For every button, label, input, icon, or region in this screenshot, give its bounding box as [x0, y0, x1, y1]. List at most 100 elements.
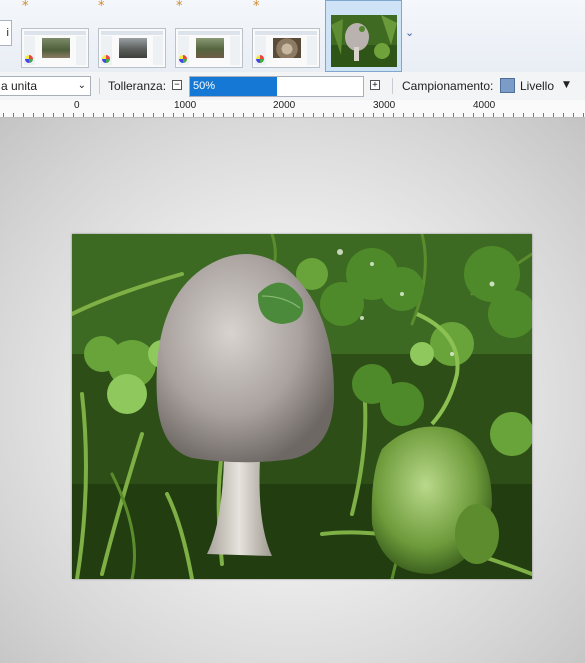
unsaved-marker-icon: *: [176, 0, 183, 14]
ruler-tick: [503, 113, 504, 117]
ruler-tick: [43, 113, 44, 117]
left-tab[interactable]: i: [0, 20, 12, 46]
ruler-label: 4000: [473, 100, 496, 111]
ruler-tick: [93, 113, 94, 117]
ruler-tick: [573, 113, 574, 117]
ruler-tick: [183, 113, 184, 117]
thumbnail-preview: [42, 38, 70, 58]
ruler-tick: [463, 113, 464, 117]
fill-mode-select[interactable]: a unita ⌄: [0, 76, 91, 96]
ruler-tick: [353, 113, 354, 117]
image-thumbnail-active[interactable]: [325, 0, 402, 72]
image-thumbnail[interactable]: [21, 28, 89, 68]
ruler-tick: [243, 113, 244, 117]
tolerance-slider[interactable]: 50%: [189, 76, 364, 97]
ruler-tick: [293, 113, 294, 117]
ruler-tick: [223, 113, 224, 117]
ruler-tick: [393, 113, 394, 117]
palette-icon: [25, 55, 33, 63]
palette-icon: [179, 55, 187, 63]
ruler-tick: [233, 113, 234, 117]
tolerance-value: 50%: [193, 80, 216, 92]
image-thumbnail[interactable]: [175, 28, 243, 68]
unsaved-marker-icon: *: [98, 0, 105, 14]
ruler-tick: [473, 113, 474, 117]
horizontal-ruler[interactable]: 0 1000 2000 3000 4000: [0, 100, 585, 118]
ruler-tick: [423, 113, 424, 117]
ruler-tick: [63, 113, 64, 117]
ruler-tick: [83, 113, 84, 117]
ruler-tick: [253, 113, 254, 117]
ruler-tick: [133, 113, 134, 117]
left-tab-label: i: [6, 27, 9, 39]
ruler-tick: [303, 113, 304, 117]
ruler-tick: [163, 113, 164, 117]
ruler-tick: [203, 113, 204, 117]
ruler-tick: [453, 113, 454, 117]
thumbnail-preview: [273, 38, 301, 58]
ruler-tick: [513, 113, 514, 117]
ruler-tick: [173, 113, 174, 117]
unsaved-marker-icon: *: [22, 0, 29, 14]
ruler-tick: [3, 113, 4, 117]
ruler-tick: [383, 113, 384, 117]
ruler-tick: [583, 113, 584, 117]
sampling-label: Campionamento:: [402, 79, 494, 93]
tool-options-bar: a unita ⌄ Tolleranza: − 50% + Campioname…: [0, 72, 585, 101]
palette-icon: [102, 55, 110, 63]
ruler-label: 2000: [273, 100, 296, 111]
ruler-tick: [483, 113, 484, 117]
tolerance-increase-button[interactable]: +: [370, 80, 380, 90]
ruler-tick: [433, 113, 434, 117]
ruler-label: 1000: [174, 100, 197, 111]
chevron-down-icon: ⌄: [77, 80, 86, 91]
ruler-tick: [213, 113, 214, 117]
tolerance-decrease-button[interactable]: −: [172, 80, 182, 90]
ruler-tick: [563, 113, 564, 117]
thumbnail-preview: [119, 38, 147, 58]
ruler-tick: [313, 113, 314, 117]
ruler-tick: [103, 113, 104, 117]
ruler-tick: [23, 113, 24, 117]
ruler-tick: [343, 113, 344, 117]
caret-down-icon[interactable]: ▼: [563, 80, 570, 90]
palette-icon: [256, 55, 264, 63]
ruler-tick: [533, 113, 534, 117]
ruler-tick: [493, 113, 494, 117]
mushroom-photo[interactable]: [72, 234, 532, 579]
ruler-tick: [553, 113, 554, 117]
ruler-tick: [413, 113, 414, 117]
ruler-tick: [113, 113, 114, 117]
ruler-tick: [263, 113, 264, 117]
ruler-tick: [73, 113, 74, 117]
thumbnail-preview: [331, 15, 397, 67]
canvas-area[interactable]: [0, 118, 585, 663]
divider: [392, 78, 393, 94]
divider: [99, 78, 100, 94]
ruler-tick: [153, 113, 154, 117]
image-thumbnail-strip: i * * * * ⌄: [0, 0, 585, 73]
ruler-tick: [523, 113, 524, 117]
thumbnail-preview: [196, 38, 224, 58]
image-thumbnail[interactable]: [252, 28, 320, 68]
ruler-tick: [123, 113, 124, 117]
ruler-tick: [33, 113, 34, 117]
ruler-tick: [363, 113, 364, 117]
ruler-tick: [323, 113, 324, 117]
fill-mode-value: a unita: [1, 79, 38, 93]
chevron-down-icon[interactable]: ⌄: [405, 26, 414, 39]
ruler-tick: [193, 113, 194, 117]
ruler-tick: [373, 113, 374, 117]
sampling-value[interactable]: Livello: [520, 79, 554, 93]
ruler-tick: [543, 113, 544, 117]
ruler-tick: [13, 113, 14, 117]
ruler-label: 0: [74, 100, 80, 111]
ruler-tick: [283, 113, 284, 117]
ruler-tick: [143, 113, 144, 117]
ruler-tick: [273, 113, 274, 117]
ruler-tick: [443, 113, 444, 117]
layer-sampling-icon[interactable]: [500, 78, 515, 93]
ruler-tick: [333, 113, 334, 117]
tolerance-label: Tolleranza:: [108, 79, 167, 93]
image-thumbnail[interactable]: [98, 28, 166, 68]
